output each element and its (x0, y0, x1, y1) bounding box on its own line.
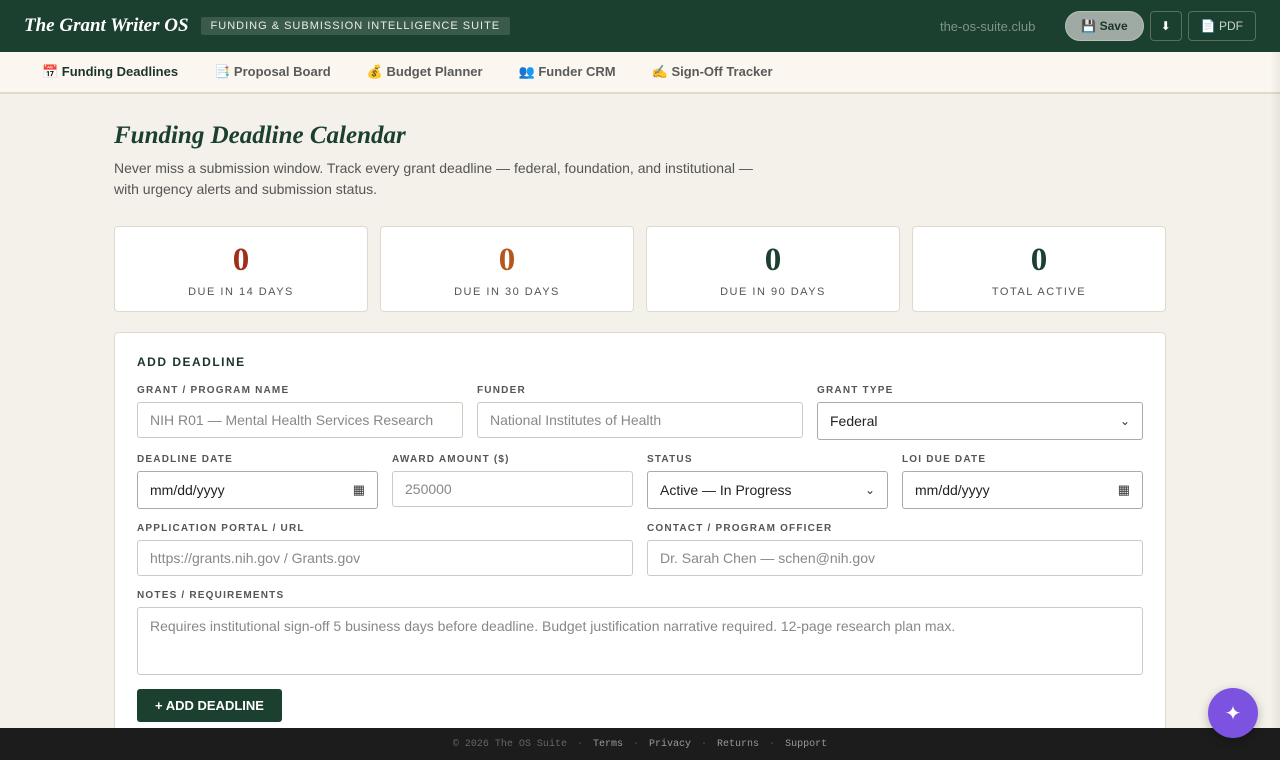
award-amount-input[interactable]: 250000 (392, 471, 633, 507)
stat-value: 0 (498, 242, 516, 278)
top-bar: The Grant Writer OS FUNDING & SUBMISSION… (0, 0, 1280, 52)
field-label: GRANT TYPE (817, 385, 894, 396)
footer-separator: · (701, 738, 708, 750)
field-label: CONTACT / PROGRAM OFFICER (647, 523, 833, 534)
form-title: ADD DEADLINE (137, 355, 246, 369)
tab-funder-crm[interactable]: 👥 Funder CRM (501, 64, 634, 80)
add-deadline-button[interactable]: + ADD DEADLINE (137, 689, 282, 722)
page-subtitle: Never miss a submission window. Track ev… (114, 160, 753, 197)
form-row: DEADLINE DATE mm/dd/yyyy ▦ AWARD AMOUNT … (137, 454, 1143, 509)
chevron-down-icon: ⌄ (864, 483, 875, 497)
add-deadline-form: ADD DEADLINE GRANT / PROGRAM NAME NIH R0… (114, 332, 1166, 753)
stat-card-30-days: 0 DUE IN 30 DAYS (380, 226, 634, 312)
form-row: APPLICATION PORTAL / URL https://grants.… (137, 523, 1143, 576)
date-value: mm/dd/yyyy (150, 482, 225, 498)
footer: © 2026 The OS Suite · Terms · Privacy · … (0, 728, 1280, 760)
stat-card-total-active: 0 TOTAL ACTIVE (912, 226, 1166, 312)
grant-name-input[interactable]: NIH R01 — Mental Health Services Researc… (137, 402, 463, 438)
stat-value: 0 (232, 242, 250, 278)
loi-date-input[interactable]: mm/dd/yyyy ▦ (902, 471, 1143, 509)
footer-separator: · (576, 738, 583, 750)
stat-label: DUE IN 90 DAYS (720, 286, 826, 298)
grant-type-field: GRANT TYPE Federal ⌄ (817, 385, 1143, 440)
funder-input[interactable]: National Institutes of Health (477, 402, 803, 438)
deadline-date-field: DEADLINE DATE mm/dd/yyyy ▦ (137, 454, 378, 509)
contact-field: CONTACT / PROGRAM OFFICER Dr. Sarah Chen… (647, 523, 1143, 576)
domain-link[interactable]: the-os-suite.club (940, 19, 1035, 34)
form-row: GRANT / PROGRAM NAME NIH R01 — Mental He… (137, 385, 1143, 440)
status-field: STATUS Active — In Progress ⌄ (647, 454, 888, 509)
stat-value: 0 (764, 242, 782, 278)
footer-link-terms[interactable]: Terms (593, 739, 623, 750)
field-label: STATUS (647, 454, 693, 465)
footer-link-support[interactable]: Support (785, 739, 827, 750)
portal-input[interactable]: https://grants.nih.gov / Grants.gov (137, 540, 633, 576)
main-content: Funding Deadline Calendar Never miss a s… (0, 94, 1280, 753)
footer-separator: · (632, 738, 639, 750)
funder-field: FUNDER National Institutes of Health (477, 385, 803, 440)
tab-funding-deadlines[interactable]: 📅 Funding Deadlines (24, 64, 196, 80)
select-value: Federal (830, 413, 878, 429)
notes-field: NOTES / REQUIREMENTS Requires institutio… (137, 590, 1143, 675)
tab-sign-off-tracker[interactable]: ✍️ Sign-Off Tracker (634, 64, 791, 80)
field-label: DEADLINE DATE (137, 454, 233, 465)
select-value: Active — In Progress (660, 482, 792, 498)
award-amount-field: AWARD AMOUNT ($) 250000 (392, 454, 633, 509)
save-button[interactable]: 💾 Save (1065, 11, 1144, 41)
portal-field: APPLICATION PORTAL / URL https://grants.… (137, 523, 633, 576)
footer-link-returns[interactable]: Returns (717, 739, 759, 750)
contact-input[interactable]: Dr. Sarah Chen — schen@nih.gov (647, 540, 1143, 576)
footer-link-privacy[interactable]: Privacy (649, 739, 691, 750)
field-label: GRANT / PROGRAM NAME (137, 385, 290, 396)
stat-card-90-days: 0 DUE IN 90 DAYS (646, 226, 900, 312)
field-label: NOTES / REQUIREMENTS (137, 590, 285, 601)
stat-label: TOTAL ACTIVE (991, 286, 1087, 298)
stats-row: 0 DUE IN 14 DAYS 0 DUE IN 30 DAYS 0 DUE … (114, 226, 1166, 312)
date-value: mm/dd/yyyy (915, 482, 990, 498)
nav-tabs: 📅 Funding Deadlines 📑 Proposal Board 💰 B… (0, 52, 1280, 94)
scroll-shadow (1270, 52, 1280, 728)
field-label: FUNDER (477, 385, 526, 396)
calendar-icon[interactable]: ▦ (353, 482, 365, 498)
tab-budget-planner[interactable]: 💰 Budget Planner (349, 64, 501, 80)
stat-value: 0 (1030, 242, 1048, 278)
field-label: LOI DUE DATE (902, 454, 987, 465)
download-button[interactable]: ⬇ (1149, 11, 1182, 41)
grant-name-field: GRANT / PROGRAM NAME NIH R01 — Mental He… (137, 385, 463, 440)
chevron-down-icon: ⌄ (1119, 414, 1130, 428)
loi-date-field: LOI DUE DATE mm/dd/yyyy ▦ (902, 454, 1143, 509)
footer-copyright: © 2026 The OS Suite (452, 738, 567, 750)
stat-card-14-days: 0 DUE IN 14 DAYS (114, 226, 368, 312)
field-label: AWARD AMOUNT ($) (392, 454, 510, 465)
grant-type-select[interactable]: Federal ⌄ (817, 402, 1143, 440)
page-title: Funding Deadline Calendar (114, 122, 406, 149)
footer-separator: · (769, 738, 776, 750)
stat-label: DUE IN 14 DAYS (188, 286, 294, 298)
deadline-date-input[interactable]: mm/dd/yyyy ▦ (137, 471, 378, 509)
suite-badge: FUNDING & SUBMISSION INTELLIGENCE SUITE (200, 17, 511, 35)
calendar-icon[interactable]: ▦ (1118, 482, 1130, 498)
status-select[interactable]: Active — In Progress ⌄ (647, 471, 888, 509)
assistant-sparkle-button[interactable]: ✦ (1208, 688, 1258, 738)
pdf-button[interactable]: 📄 PDF (1187, 11, 1256, 41)
brand-logo: The Grant Writer OS (24, 15, 189, 36)
stat-label: DUE IN 30 DAYS (454, 286, 560, 298)
tab-proposal-board[interactable]: 📑 Proposal Board (196, 64, 349, 80)
notes-textarea[interactable]: Requires institutional sign-off 5 busine… (137, 607, 1143, 675)
field-label: APPLICATION PORTAL / URL (137, 523, 305, 534)
